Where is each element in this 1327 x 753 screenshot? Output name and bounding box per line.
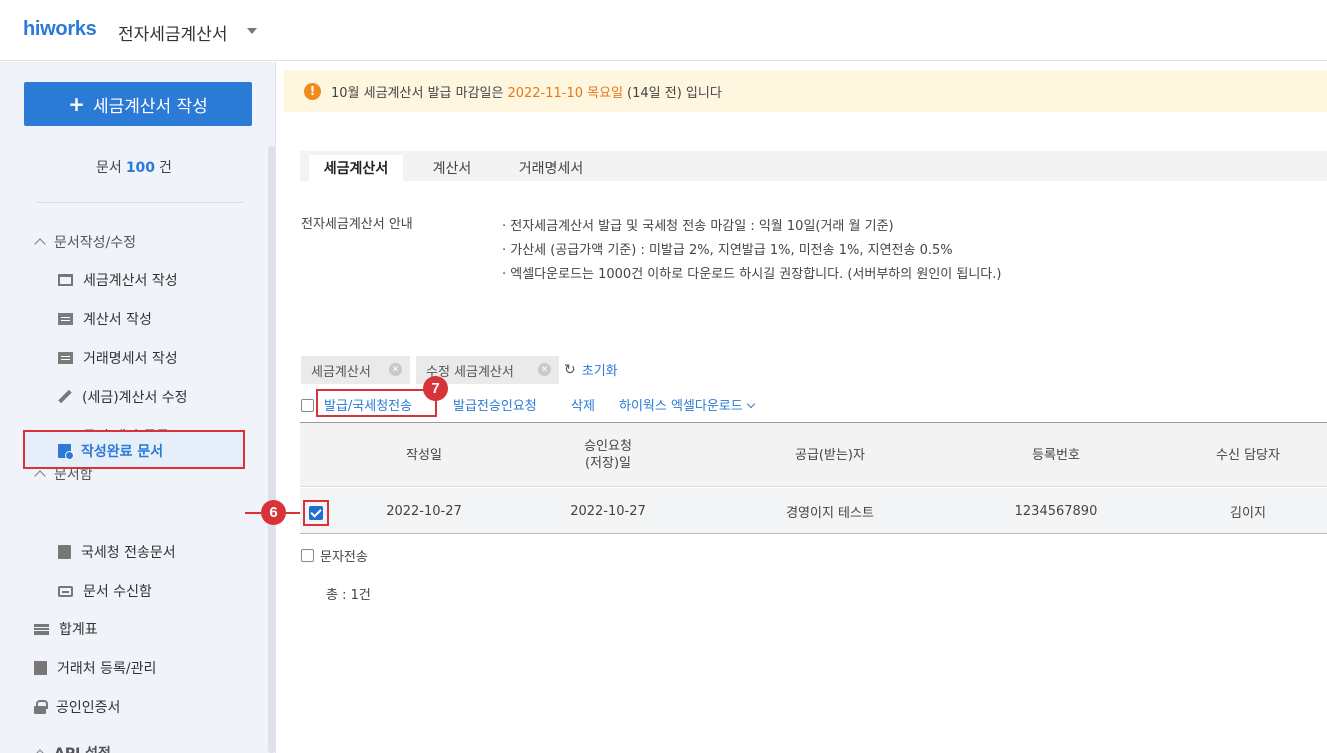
sidebar-item-nts-sent[interactable]: 국세청 전송문서 — [58, 542, 176, 562]
issue-send-button[interactable]: 발급/국세청전송 — [324, 395, 412, 414]
cell-approval-date: 2022-10-27 — [570, 503, 646, 519]
notice-suffix: (14일 전) 입니다 — [627, 85, 722, 101]
sidebar-item-label: 세금계산서 작성 — [83, 273, 178, 289]
building-icon — [34, 661, 47, 675]
doc-count-suffix: 건 — [159, 160, 172, 176]
cell-written-date: 2022-10-27 — [386, 503, 462, 519]
tab-invoice[interactable]: 계산서 — [416, 155, 488, 181]
sidebar-item-completed-inner: 작성완료 문서 — [58, 441, 163, 461]
sidebar-item-label: 계산서 작성 — [83, 312, 152, 328]
section-label: API 설정 — [54, 743, 111, 753]
table-row[interactable]: 2022-10-27 2022-10-27 경영이지 테스트 123456789… — [300, 488, 1327, 534]
section-write-edit[interactable]: 문서작성/수정 — [34, 232, 136, 252]
list-icon — [58, 313, 73, 325]
tab-trade-statement[interactable]: 거래명세서 — [503, 155, 599, 181]
document-check-icon — [58, 444, 74, 460]
inbox-icon — [58, 585, 73, 597]
hiworks-logo[interactable]: hiworks — [23, 18, 97, 41]
step-marker-7: 7 — [423, 376, 448, 401]
chevron-up-icon — [34, 749, 46, 753]
sms-checkbox[interactable] — [301, 549, 314, 562]
col-supplier: 공급(받는)자 — [795, 447, 865, 463]
sidebar-item-completed[interactable]: 작성완료 문서 — [23, 430, 245, 469]
sidebar-item-write-tax[interactable]: 세금계산서 작성 — [58, 270, 178, 290]
deadline-notice: ! 10월 세금계산서 발급 마감일은 2022-11-10 목요일 (14일 … — [284, 70, 1327, 112]
sidebar-item-summary[interactable]: 합계표 — [34, 619, 98, 639]
reset-filters-link[interactable]: ↻ 초기화 — [564, 360, 618, 380]
sidebar-item-label: 공인인증서 — [56, 700, 121, 716]
doc-count-number: 100 — [125, 160, 156, 176]
notice-prefix: 10월 세금계산서 발급 마감일은 — [331, 85, 504, 101]
warning-icon: ! — [304, 82, 321, 100]
reset-label: 초기화 — [581, 364, 618, 379]
section-label: 문서작성/수정 — [54, 235, 136, 251]
create-tax-invoice-button[interactable]: + 세금계산서 작성 — [24, 82, 252, 126]
filter-chip-tax-invoice: 세금계산서 ✕ — [301, 356, 410, 384]
table-icon — [34, 623, 49, 635]
col-reg-no: 등록번호 — [1032, 447, 1080, 463]
approval-request-button[interactable]: 발급전승인요청 — [453, 395, 537, 414]
excel-download-button[interactable]: 하이웍스 엑셀다운로드 — [619, 395, 755, 414]
caret-down-icon[interactable] — [247, 28, 257, 34]
row-checkbox[interactable] — [309, 506, 323, 520]
close-icon[interactable]: ✕ — [389, 363, 402, 376]
tab-tax-invoice[interactable]: 세금계산서 — [309, 155, 403, 181]
excel-download-label: 하이웍스 엑셀다운로드 — [619, 399, 743, 414]
chevron-down-icon — [746, 399, 755, 409]
notice-date: 2022-11-10 목요일 — [507, 85, 624, 101]
doc-count-prefix: 문서 — [96, 160, 122, 176]
sidebar-item-write-trade[interactable]: 거래명세서 작성 — [58, 348, 178, 368]
delete-button[interactable]: 삭제 — [571, 395, 595, 414]
cell-supplier: 경영이지 테스트 — [786, 505, 874, 521]
sidebar-item-edit-tax[interactable]: (세금)계산서 수정 — [58, 387, 188, 407]
statement-icon — [58, 352, 73, 364]
sidebar-item-label: 문서 수신함 — [83, 584, 152, 600]
refresh-icon: ↻ — [564, 361, 576, 378]
col-receiver: 수신 담당자 — [1216, 447, 1280, 463]
sidebar: + 세금계산서 작성 문서 100 건 문서작성/수정 세금계산서 작성 계산서 작… — [0, 62, 276, 753]
chevron-up-icon — [34, 238, 46, 250]
col-approval-date: 승인요청 (저장)일 — [584, 439, 632, 471]
section-api[interactable]: API 설정 — [34, 743, 111, 753]
sidebar-item-label: 작성완료 문서 — [81, 444, 164, 460]
sidebar-item-partners[interactable]: 거래처 등록/관리 — [34, 658, 156, 678]
sidebar-item-label: 합계표 — [59, 622, 98, 638]
doc-count: 문서 100 건 — [0, 157, 268, 177]
lock-icon — [34, 700, 48, 714]
plus-icon: + — [68, 92, 85, 116]
chevron-up-icon — [34, 470, 46, 482]
app-title[interactable]: 전자세금계산서 — [118, 20, 227, 45]
chip-label: 세금계산서 — [311, 364, 371, 380]
sidebar-divider — [36, 202, 244, 203]
guide-line-1: · 전자세금계산서 발급 및 국세청 전송 마감일 : 익월 10일(거래 월 … — [502, 219, 894, 234]
cell-receiver: 김이지 — [1230, 505, 1266, 521]
table-header: 작성일 승인요청 (저장)일 공급(받는)자 등록번호 수신 담당자 — [300, 423, 1327, 487]
top-bar: hiworks 전자세금계산서 — [0, 0, 1327, 61]
sms-option[interactable]: 문자전송 — [301, 546, 368, 565]
guide-label: 전자세금계산서 안내 — [301, 217, 413, 232]
guide-line-2: · 가산세 (공급가액 기준) : 미발급 2%, 지연발급 1%, 미전송 1… — [502, 243, 953, 258]
guide-line-3: · 엑셀다운로드는 1000건 이하로 다운로드 하시길 권장합니다. (서버부… — [502, 267, 1002, 282]
sidebar-item-label: 거래명세서 작성 — [83, 351, 178, 367]
select-all-checkbox[interactable] — [301, 399, 314, 412]
sidebar-item-label: 거래처 등록/관리 — [57, 661, 157, 677]
step-marker-6: 6 — [261, 500, 286, 525]
marker-6-connector — [245, 512, 261, 514]
cell-reg-no: 1234567890 — [1014, 503, 1098, 519]
sidebar-scrollbar[interactable] — [268, 146, 275, 753]
sms-label: 문자전송 — [320, 550, 368, 565]
sidebar-item-label: (세금)계산서 수정 — [82, 390, 188, 406]
sidebar-item-received[interactable]: 문서 수신함 — [58, 581, 152, 601]
sidebar-item-label: 국세청 전송문서 — [81, 545, 176, 561]
document-send-icon — [58, 545, 71, 559]
close-icon[interactable]: ✕ — [538, 363, 551, 376]
pencil-icon — [58, 390, 72, 404]
doc-type-tabs: 세금계산서 계산서 거래명세서 — [300, 151, 1327, 181]
sidebar-item-write-bill[interactable]: 계산서 작성 — [58, 309, 152, 329]
total-count: 총 : 1건 — [326, 588, 371, 603]
create-button-label: 세금계산서 작성 — [92, 96, 208, 117]
col-written-date: 작성일 — [406, 447, 442, 463]
window-icon — [58, 274, 73, 286]
sidebar-item-certificate[interactable]: 공인인증서 — [34, 697, 120, 717]
